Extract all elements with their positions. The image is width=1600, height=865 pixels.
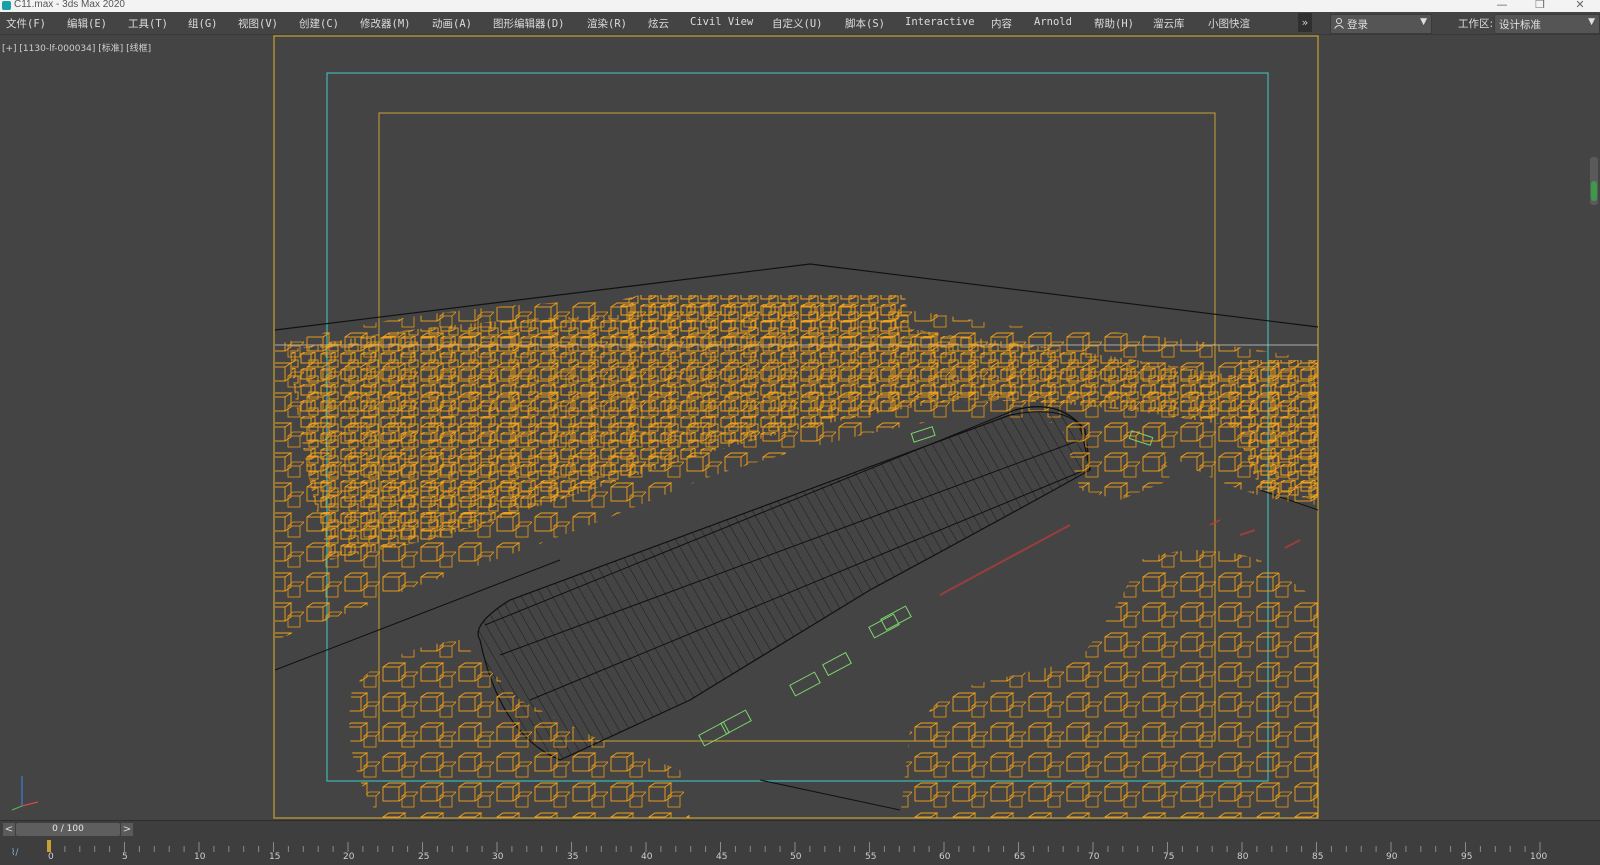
menu-interactive[interactable]: Interactive <box>905 16 975 28</box>
track-bar-ruler[interactable] <box>0 840 1600 852</box>
tick-label: 15 <box>269 852 281 862</box>
chevron-down-icon: ▼ <box>1420 17 1427 27</box>
menu-xuanyun[interactable]: 炫云 <box>648 16 669 31</box>
tick-label: 30 <box>492 852 504 862</box>
menu-edit[interactable]: 编辑(E) <box>67 16 107 31</box>
tick-label: 80 <box>1237 852 1249 862</box>
tick-label: 35 <box>567 852 579 862</box>
login-label: 登录 <box>1347 19 1368 31</box>
menu-view[interactable]: 视图(V) <box>238 16 278 31</box>
menu-create[interactable]: 创建(C) <box>299 16 339 31</box>
tick-label: 90 <box>1386 852 1398 862</box>
tick-label: 95 <box>1461 852 1473 862</box>
tick-label: 50 <box>790 852 802 862</box>
menu-tools[interactable]: 工具(T) <box>128 16 168 31</box>
tick-label: 65 <box>1014 852 1026 862</box>
viewport[interactable] <box>0 34 1600 820</box>
tick-label: 0 <box>48 852 54 862</box>
title-bar: C11.max - 3ds Max 2020 — ❐ ✕ <box>0 0 1600 12</box>
menu-arnold[interactable]: Arnold <box>1034 16 1072 28</box>
menu-file[interactable]: 文件(F) <box>6 16 46 31</box>
tick-label: 85 <box>1312 852 1324 862</box>
menu-modifiers[interactable]: 修改器(M) <box>360 16 410 31</box>
tick-label: 55 <box>865 852 877 862</box>
tick-label: 5 <box>122 852 128 862</box>
app-logo-icon <box>2 1 11 10</box>
minimize-icon[interactable]: — <box>1492 0 1512 11</box>
tick-label: 70 <box>1088 852 1100 862</box>
menu-quick-render[interactable]: 小图快渲 <box>1208 16 1250 31</box>
workspace-value: 设计标准 <box>1499 19 1541 31</box>
time-slider-prev-button[interactable]: < <box>3 823 15 836</box>
workspace-label: 工作区: <box>1458 18 1494 30</box>
menu-customize[interactable]: 自定义(U) <box>772 16 822 31</box>
tick-label: 40 <box>641 852 653 862</box>
login-dropdown[interactable]: 登录 ▼ <box>1330 14 1432 34</box>
menu-liuyunku[interactable]: 溜云库 <box>1153 16 1185 31</box>
menu-help[interactable]: 帮助(H) <box>1094 16 1134 31</box>
tick-label: 100 <box>1530 852 1548 862</box>
tick-label: 20 <box>343 852 355 862</box>
close-icon[interactable]: ✕ <box>1570 0 1590 11</box>
axis-gizmo-icon <box>11 776 39 811</box>
workspace-dropdown[interactable]: 设计标准 ▼ <box>1494 14 1600 34</box>
time-slider-next-button[interactable]: > <box>121 823 133 836</box>
panel-scrollbar[interactable] <box>1590 157 1598 205</box>
tick-label: 10 <box>194 852 206 862</box>
chevron-down-icon: ▼ <box>1588 17 1595 27</box>
menu-content[interactable]: 内容 <box>991 16 1012 31</box>
menu-civil-view[interactable]: Civil View <box>690 16 753 28</box>
user-icon <box>1334 18 1344 29</box>
window-title: C11.max - 3ds Max 2020 <box>14 0 125 10</box>
menu-graph-editors[interactable]: 图形编辑器(D) <box>493 16 564 31</box>
time-cursor[interactable] <box>47 840 51 852</box>
tick-label: 25 <box>418 852 430 862</box>
tick-label: 45 <box>716 852 728 862</box>
menu-rendering[interactable]: 渲染(R) <box>587 16 627 31</box>
scrollbar-thumb[interactable] <box>1591 181 1597 201</box>
tick-label: 60 <box>939 852 951 862</box>
menu-group[interactable]: 组(G) <box>188 16 217 31</box>
menu-animation[interactable]: 动画(A) <box>432 16 472 31</box>
menu-scripting[interactable]: 脚本(S) <box>845 16 885 31</box>
tick-label: 75 <box>1163 852 1175 862</box>
time-slider-frame: 0 / 100 <box>52 824 84 834</box>
restore-icon[interactable]: ❐ <box>1530 0 1550 11</box>
menu-overflow-button[interactable]: » <box>1298 13 1312 32</box>
